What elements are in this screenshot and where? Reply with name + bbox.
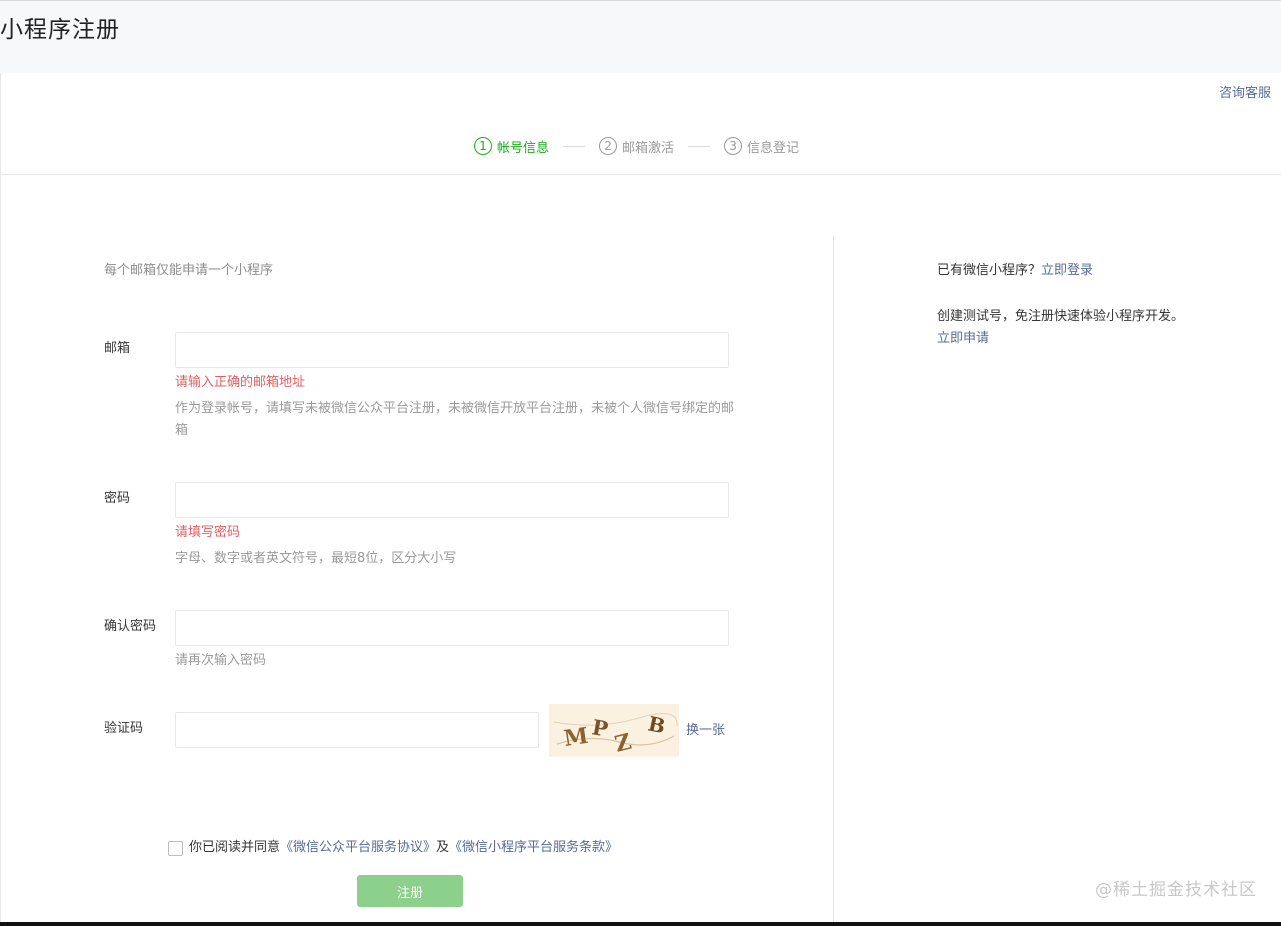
agreement-connector: 及 [436,840,450,855]
step-number-1: 1 [474,137,492,155]
login-link[interactable]: 立即登录 [1041,263,1093,278]
register-button[interactable]: 注册 [357,875,463,907]
test-apply-link[interactable]: 立即申请 [937,331,989,346]
login-hint: 已有微信小程序？立即登录 [937,260,1187,282]
consult-service-link[interactable]: 咨询客服 [1219,86,1271,102]
step-number-3: 3 [724,137,743,155]
test-account-hint: 创建测试号，免注册快速体验小程序开发。立即申请 [937,306,1187,350]
captcha-input[interactable] [175,712,539,748]
step-separator [688,145,711,147]
email-label: 邮箱 [104,341,131,356]
captcha-graphic: M P Z B [553,711,678,757]
password-error: 请填写密码 [175,525,241,540]
miniprogram-terms-link[interactable]: 《微信小程序平台服务条款》 [449,839,618,857]
confirm-password-tip: 请再次输入密码 [175,653,267,668]
page-title: 小程序注册 [0,17,120,43]
captcha-image[interactable]: M P Z B [549,704,679,757]
email-tip: 作为登录帐号，请填写未被微信公众平台注册，未被微信开放平台注册，未被个人微信号绑… [175,401,735,438]
step-info-registration: 3 信息登记 [724,137,799,156]
agreement-checkbox[interactable] [168,840,183,856]
password-input[interactable] [175,482,729,518]
svg-text:M: M [562,723,590,752]
svg-text:B: B [646,711,668,738]
svg-text:Z: Z [612,729,634,757]
step-account-info: 1 帐号信息 [474,137,549,156]
confirm-password-input[interactable] [175,610,729,646]
bottom-bar [0,922,1281,926]
service-agreement-link[interactable]: 《微信公众平台服务协议》 [280,839,436,857]
step-email-activation: 2 邮箱激活 [599,137,674,156]
form-intro: 每个邮箱仅能申请一个小程序 [104,263,274,278]
agreement-row: 你已阅读并同意 《微信公众平台服务协议》 及 《微信小程序平台服务条款》 [168,839,618,857]
login-prefix: 已有微信小程序？ [937,263,1042,278]
captcha-refresh-link[interactable]: 换一张 [686,722,725,740]
step-label-email-activation: 邮箱激活 [622,140,675,156]
confirm-password-label: 确认密码 [104,619,157,634]
agreement-prefix: 你已阅读并同意 [189,840,281,855]
email-error: 请输入正确的邮箱地址 [175,375,306,390]
test-prefix: 创建测试号，免注册快速体验小程序开发。 [937,309,1185,324]
steps-divider [0,174,1281,175]
watermark: @稀土掘金技术社区 [1095,880,1257,900]
step-label-account-info: 帐号信息 [497,140,550,156]
captcha-label: 验证码 [104,721,144,736]
column-divider [833,236,834,922]
step-number-2: 2 [599,137,618,155]
email-input[interactable] [175,332,729,368]
page-header: 小程序注册 [0,1,1281,73]
password-label: 密码 [104,491,131,506]
step-indicator: 1 帐号信息 2 邮箱激活 3 信息登记 [474,135,799,157]
step-label-info-registration: 信息登记 [747,140,800,156]
svg-text:P: P [590,714,610,741]
step-separator [563,145,586,147]
password-tip: 字母、数字或者英文符号，最短8位，区分大小写 [175,551,457,566]
